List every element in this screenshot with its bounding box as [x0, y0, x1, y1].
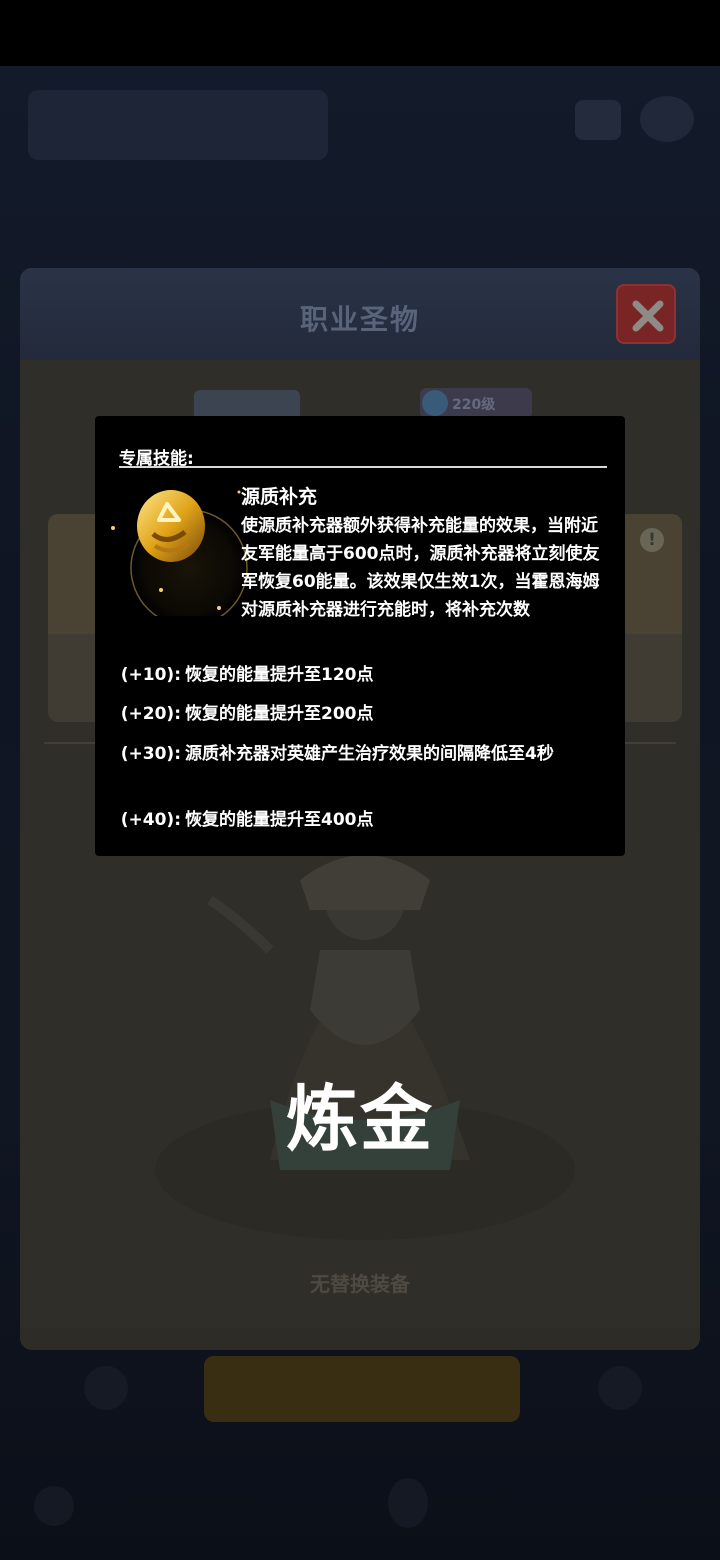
upgrade-text: 恢复的能量提升至400点 [185, 810, 374, 830]
level-badge-label: 220级 [452, 397, 496, 413]
skill-description: 使源质补充器额外获得补充能量的效果，当附近友军能量高于600点时，源质补充器将立… [241, 516, 600, 620]
upgrade-level: (+10): [120, 665, 181, 685]
top-menu-button[interactable] [575, 100, 621, 140]
dialog-header: 职业圣物 [20, 268, 700, 360]
upgrade-row: (+40): 恢复的能量提升至400点 [113, 807, 613, 835]
close-icon [632, 300, 664, 332]
settings-button[interactable] [640, 96, 694, 142]
skill-tooltip: 专属技能: 源质补充 使源质补充器额外获得补充能量的效果，当附近友军能量高于60… [95, 416, 625, 856]
hero-name: 炼金 [285, 1077, 434, 1161]
upgrade-level: (+40): [120, 810, 181, 830]
close-button[interactable] [616, 284, 676, 344]
skill-name: 源质补充 [241, 486, 318, 508]
confirm-button[interactable] [204, 1356, 520, 1422]
level-badge: 220级 [420, 388, 532, 418]
level-star-icon [422, 390, 448, 416]
dialog-title: 职业圣物 [299, 303, 420, 336]
upgrade-row: (+10): 恢复的能量提升至120点 [113, 662, 613, 690]
upgrade-row: (+20): 恢复的能量提升至200点 [113, 701, 613, 729]
bottom-left-button[interactable] [84, 1366, 128, 1410]
no-equipment-text: 无替换装备 [310, 1272, 410, 1296]
upgrade-text: 恢复的能量提升至120点 [185, 665, 374, 685]
upgrade-row: (+30): 源质补充器对英雄产生治疗效果的间隔降低至4秒 [113, 741, 613, 797]
info-icon[interactable]: ! [640, 528, 664, 552]
bottom-right-button[interactable] [598, 1366, 642, 1410]
upgrade-text: 源质补充器对英雄产生治疗效果的间隔降低至4秒 [185, 744, 554, 764]
upgrade-level: (+30): [120, 744, 181, 764]
golden-orb-icon [111, 490, 249, 616]
tooltip-divider [119, 466, 607, 468]
upgrade-level: (+20): [120, 704, 181, 724]
dock-item[interactable] [34, 1486, 74, 1526]
player-info-panel[interactable] [28, 90, 328, 160]
status-bar [0, 0, 720, 66]
upgrade-text: 恢复的能量提升至200点 [185, 704, 374, 724]
hero-portrait [155, 855, 575, 1240]
dock-item[interactable] [388, 1478, 428, 1528]
